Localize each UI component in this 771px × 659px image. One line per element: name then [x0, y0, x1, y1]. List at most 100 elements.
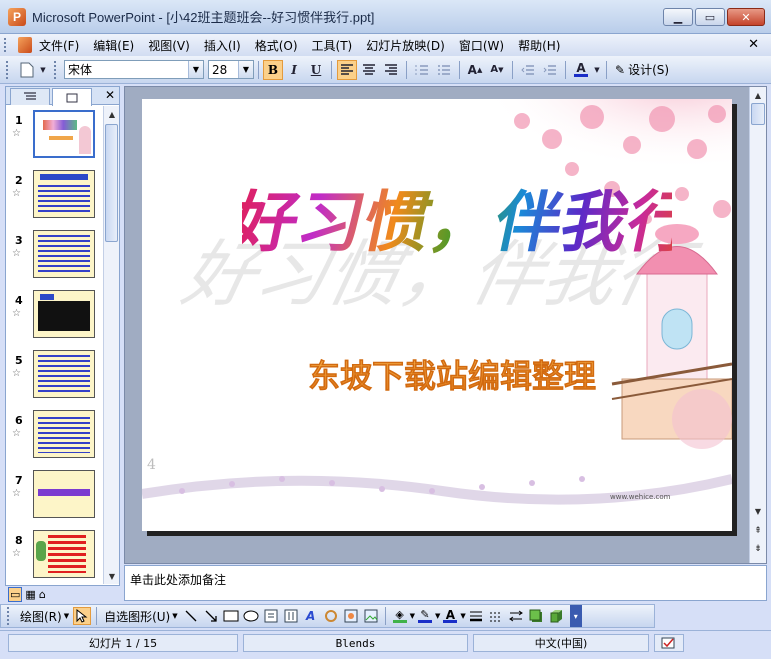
- slide-sorter-view-icon[interactable]: ▦: [25, 588, 35, 601]
- shadow-style-icon[interactable]: [527, 607, 545, 625]
- slide-title[interactable]: 好习惯，伴我行: [223, 167, 702, 267]
- numbered-list-icon[interactable]: [412, 60, 432, 80]
- slide-thumb-1[interactable]: 1 ☆: [6, 110, 104, 170]
- menu-edit[interactable]: 编辑(E): [86, 37, 141, 54]
- slide-thumb-8[interactable]: 8 ☆: [6, 530, 104, 584]
- menu-window[interactable]: 窗口(W): [452, 37, 511, 54]
- thumbnails-scrollbar[interactable]: ▲ ▼: [103, 106, 119, 584]
- slide-thumb-2[interactable]: 2 ☆: [6, 170, 104, 230]
- menu-file[interactable]: 文件(F): [32, 37, 86, 54]
- italic-button[interactable]: I: [284, 60, 304, 80]
- toolbar-grip-handle[interactable]: [7, 607, 13, 625]
- bulleted-list-icon[interactable]: [434, 60, 454, 80]
- slide-thumb-7[interactable]: 7 ☆: [6, 470, 104, 530]
- menu-grip-handle[interactable]: [4, 38, 14, 52]
- close-icon[interactable]: ✕: [105, 88, 115, 102]
- previous-slide-icon[interactable]: ⇞: [750, 523, 766, 539]
- scroll-up-arrow-icon[interactable]: ▲: [104, 106, 120, 122]
- oval-icon[interactable]: [242, 607, 260, 625]
- font-size-select[interactable]: 28 ▼: [208, 60, 254, 79]
- powerpoint-app-icon[interactable]: P: [8, 7, 26, 26]
- maximize-button[interactable]: ▭: [695, 8, 725, 26]
- spelling-check-icon[interactable]: [654, 634, 684, 652]
- increase-font-size-icon[interactable]: A ▲: [465, 60, 485, 80]
- menu-tools[interactable]: 工具(T): [305, 37, 360, 54]
- draw-menu-button[interactable]: 绘图(R) ▼: [20, 608, 69, 625]
- diagram-icon[interactable]: [322, 607, 340, 625]
- line-icon[interactable]: [182, 607, 200, 625]
- menu-format[interactable]: 格式(O): [248, 37, 305, 54]
- select-objects-icon[interactable]: [73, 607, 92, 625]
- 3d-style-icon[interactable]: [547, 607, 565, 625]
- menu-view[interactable]: 视图(V): [141, 37, 197, 54]
- align-right-icon[interactable]: [381, 60, 401, 80]
- tab-slides[interactable]: [52, 88, 92, 106]
- scroll-down-arrow-icon[interactable]: ▼: [104, 568, 120, 584]
- autoshapes-menu-button[interactable]: 自选图形(U) ▼: [104, 608, 178, 625]
- clip-art-icon[interactable]: [342, 607, 360, 625]
- notes-pane[interactable]: 单击此处添加备注: [124, 565, 767, 601]
- slideshow-view-icon[interactable]: ⌂: [39, 588, 46, 601]
- line-style-icon[interactable]: [467, 607, 485, 625]
- new-document-icon[interactable]: [17, 60, 37, 80]
- notes-placeholder[interactable]: 单击此处添加备注: [130, 571, 226, 588]
- slide-thumb-4[interactable]: 4 ☆: [6, 290, 104, 350]
- chevron-down-icon[interactable]: ▼: [435, 612, 440, 620]
- increase-indent-icon[interactable]: [540, 60, 560, 80]
- slide-thumb-5[interactable]: 5 ☆: [6, 350, 104, 410]
- slide-subtitle[interactable]: 东坡下载站编辑整理: [302, 349, 602, 401]
- current-slide[interactable]: 好习惯，伴我行 4 www.wehice.com 好习惯，伴我行 东坡下载站编辑…: [142, 99, 732, 531]
- font-color-icon[interactable]: A: [441, 607, 459, 625]
- next-slide-icon[interactable]: ⇟: [750, 541, 766, 557]
- rectangle-icon[interactable]: [222, 607, 240, 625]
- normal-view-icon[interactable]: ▭: [8, 586, 23, 602]
- arrow-icon[interactable]: [202, 607, 220, 625]
- vertical-text-box-icon[interactable]: [282, 607, 300, 625]
- insert-picture-icon[interactable]: [362, 607, 380, 625]
- scroll-up-arrow-icon[interactable]: ▲: [750, 87, 766, 103]
- wordart-icon[interactable]: A: [302, 607, 320, 625]
- svg-text:4: 4: [147, 457, 156, 473]
- chevron-down-icon[interactable]: ▼: [410, 612, 415, 620]
- line-color-icon[interactable]: ✎: [416, 607, 434, 625]
- dash-style-icon[interactable]: [487, 607, 505, 625]
- font-color-icon[interactable]: A: [571, 60, 591, 80]
- fill-color-icon[interactable]: ◈: [391, 607, 409, 625]
- scrollbar-thumb[interactable]: [105, 124, 118, 242]
- chevron-down-icon[interactable]: ▼: [593, 60, 601, 80]
- arrow-style-icon[interactable]: [507, 607, 525, 625]
- slide-thumb-6[interactable]: 6 ☆: [6, 410, 104, 470]
- minimize-button[interactable]: ▁: [663, 8, 693, 26]
- tab-outline[interactable]: [10, 88, 50, 105]
- chevron-down-icon[interactable]: ▼: [238, 61, 253, 78]
- slides-outline-panel: ✕ 1 ☆ 2 ☆ 3 ☆ 4 ☆ 5 ☆ 6 ☆ 7 ☆ 8 ☆ ▲ ▼: [5, 86, 120, 586]
- underline-button[interactable]: U: [306, 60, 326, 80]
- menu-slideshow[interactable]: 幻灯片放映(D): [359, 37, 452, 54]
- close-button[interactable]: ✕: [727, 8, 765, 26]
- scrollbar-thumb[interactable]: [751, 103, 765, 125]
- slide-scrollbar[interactable]: ▲ ▼ ⇞ ⇟: [749, 87, 766, 563]
- scroll-down-arrow-icon[interactable]: ▼: [750, 503, 766, 519]
- text-box-icon[interactable]: [262, 607, 280, 625]
- slide-thumb-3[interactable]: 3 ☆: [6, 230, 104, 290]
- document-close-button[interactable]: ✕: [748, 37, 759, 52]
- toolbar-grip-handle[interactable]: [6, 60, 12, 79]
- toolbar-separator: [331, 60, 332, 79]
- decrease-indent-icon[interactable]: [518, 60, 538, 80]
- design-button[interactable]: ✎ 设计(S): [615, 61, 669, 78]
- chevron-down-icon[interactable]: ▼: [188, 61, 203, 78]
- document-icon[interactable]: [18, 37, 32, 53]
- star-icon: ☆: [12, 488, 21, 499]
- toolbar-separator: [384, 607, 386, 625]
- align-center-icon[interactable]: [359, 60, 379, 80]
- font-name-select[interactable]: 宋体 ▼: [64, 60, 204, 79]
- bold-button[interactable]: B: [263, 59, 283, 80]
- decrease-font-size-icon[interactable]: A ▼: [487, 60, 507, 80]
- menu-insert[interactable]: 插入(I): [197, 37, 248, 54]
- align-left-icon[interactable]: [337, 59, 357, 80]
- chevron-down-icon[interactable]: ▼: [39, 60, 47, 80]
- toolbar-options-icon[interactable]: ▾: [569, 605, 582, 627]
- menu-help[interactable]: 帮助(H): [511, 37, 567, 54]
- toolbar-grip-handle-2[interactable]: [54, 60, 60, 79]
- chevron-down-icon[interactable]: ▼: [460, 612, 465, 620]
